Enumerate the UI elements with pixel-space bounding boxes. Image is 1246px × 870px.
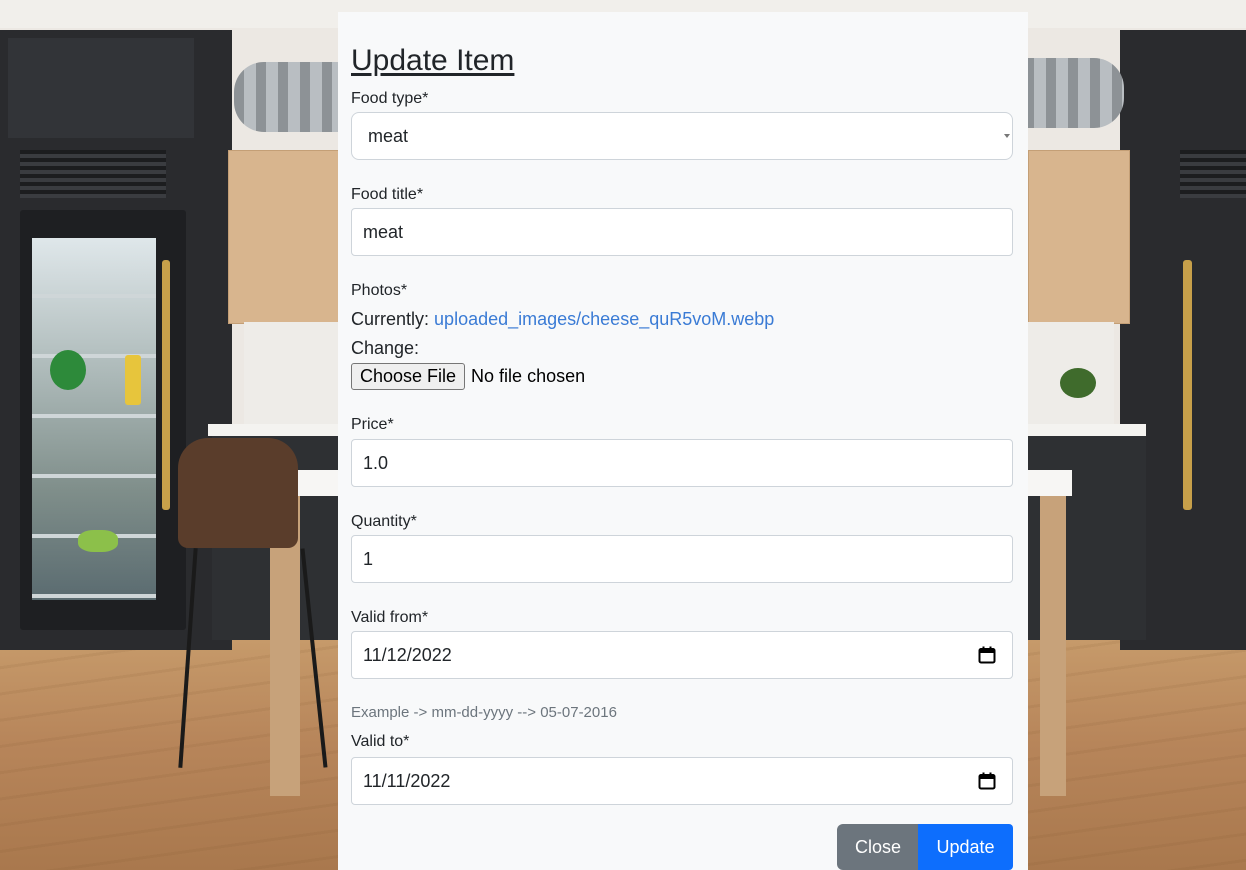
valid-from-value: 11/12/2022 (363, 644, 452, 665)
calendar-icon[interactable] (978, 772, 996, 790)
choose-file-button[interactable]: Choose File (351, 363, 466, 390)
food-type-select[interactable]: meat (351, 112, 1013, 160)
update-button[interactable]: Update (918, 824, 1013, 870)
close-button[interactable]: Close (837, 824, 919, 870)
update-item-modal: Update Item Food type* meat Food title* … (338, 12, 1028, 870)
date-format-hint: Example -> mm-dd-yyyy --> 05-07-2016 (351, 704, 617, 721)
current-photo-link[interactable]: uploaded_images/cheese_quR5voM.webp (434, 309, 774, 329)
valid-from-date-input[interactable]: 11/12/2022 (351, 631, 1013, 679)
price-label: Price* (351, 416, 394, 433)
change-label: Change: (351, 338, 420, 358)
file-input[interactable]: Choose File No file chosen (351, 363, 585, 390)
valid-to-label: Valid to* (351, 733, 410, 750)
food-title-input[interactable]: meat (351, 208, 1013, 256)
calendar-icon[interactable] (978, 646, 996, 664)
food-type-value: meat (368, 125, 409, 146)
quantity-label: Quantity* (351, 513, 417, 530)
price-input[interactable]: 1.0 (351, 439, 1013, 487)
currently-label: Currently: (351, 309, 430, 329)
chevron-down-icon (1004, 134, 1010, 138)
no-file-text: No file chosen (471, 366, 586, 386)
price-value: 1.0 (363, 452, 389, 473)
food-title-label: Food title* (351, 186, 424, 203)
modal-title: Update Item (351, 44, 515, 77)
quantity-value: 1 (363, 548, 374, 569)
food-title-value: meat (363, 221, 404, 242)
valid-to-value: 11/11/2022 (363, 770, 451, 791)
food-type-label: Food type* (351, 90, 429, 107)
valid-to-date-input[interactable]: 11/11/2022 (351, 757, 1013, 805)
quantity-input[interactable]: 1 (351, 535, 1013, 583)
photos-label: Photos* (351, 282, 408, 299)
current-photo-row: Currently: uploaded_images/cheese_quR5vo… (351, 310, 774, 328)
valid-from-label: Valid from* (351, 609, 429, 626)
